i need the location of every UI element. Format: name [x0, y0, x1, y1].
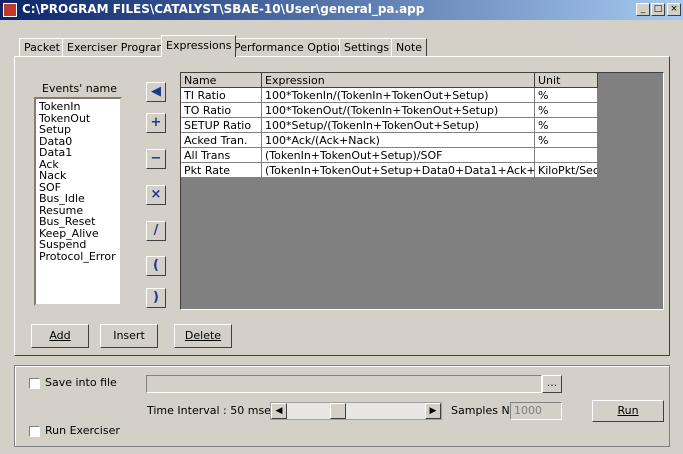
grid-cell-unit[interactable]: % — [534, 102, 598, 118]
multiply-button[interactable]: × — [146, 185, 166, 205]
grid-cell-name[interactable]: All Trans — [181, 147, 262, 163]
tab-exerciser-program[interactable]: Exerciser Program — [62, 38, 173, 56]
grid-header-row: Name Expression Unit — [181, 73, 598, 88]
save-into-file-label: Save into file — [45, 376, 117, 389]
grid-cell-name[interactable]: TI Ratio — [181, 87, 262, 103]
grid-cell-unit[interactable]: % — [534, 117, 598, 133]
samples-label: Samples No — [451, 404, 517, 417]
delete-button-label: Delete — [184, 329, 222, 342]
events-title: Events' name — [42, 82, 117, 95]
grid-cell-unit[interactable] — [534, 147, 598, 163]
event-list-item[interactable]: Setup — [39, 124, 120, 136]
slider-left-arrow-icon[interactable]: ◀ — [271, 403, 287, 419]
file-path-field[interactable] — [146, 375, 542, 393]
grid-cell-expression[interactable]: 100*Setup/(TokenIn+TokenOut+Setup) — [261, 117, 535, 133]
column-header-unit[interactable]: Unit — [534, 73, 598, 88]
grid-cell-name[interactable]: TO Ratio — [181, 102, 262, 118]
tab-performance-options[interactable]: Performance Options — [229, 38, 355, 56]
app-icon — [3, 3, 17, 17]
event-list-item[interactable]: Bus_Idle — [39, 193, 120, 205]
expressions-grid[interactable]: Name Expression Unit TI Ratio 100*TokenIn… — [180, 72, 664, 310]
event-list-item[interactable]: Data1 — [39, 147, 120, 159]
add-button-label: Add — [49, 329, 71, 342]
run-button-label: Run — [617, 404, 639, 417]
open-paren-button[interactable]: ( — [146, 256, 166, 276]
grid-cell-expression[interactable]: 100*Ack/(Ack+Nack) — [261, 132, 535, 148]
tab-packet[interactable]: Packet — [19, 38, 65, 56]
tab-expressions[interactable]: Expressions — [161, 35, 237, 57]
time-interval-label: Time Interval : 50 msec — [147, 404, 277, 417]
insert-button[interactable]: Insert — [100, 324, 158, 348]
close-paren-button[interactable]: ) — [146, 288, 166, 308]
grid-row[interactable]: Pkt Rate (TokenIn+TokenOut+Setup+Data0+Da… — [181, 162, 598, 178]
run-exerciser-checkbox[interactable] — [29, 426, 40, 437]
save-into-file-checkbox[interactable] — [29, 378, 40, 389]
tab-settings[interactable]: Settings — [339, 38, 395, 56]
slider-thumb[interactable] — [329, 403, 346, 419]
divide-button[interactable]: / — [146, 221, 166, 241]
time-interval-slider[interactable]: ◀ ▶ — [270, 402, 442, 420]
grid-row[interactable]: TO Ratio 100*TokenOut/(TokenIn+TokenOut+S… — [181, 102, 598, 118]
grid-cell-expression[interactable]: 100*TokenIn/(TokenIn+TokenOut+Setup) — [261, 87, 535, 103]
grid-cell-name[interactable]: Acked Tran. — [181, 132, 262, 148]
insert-button-label: Insert — [113, 329, 145, 342]
grid-row[interactable]: TI Ratio 100*TokenIn/(TokenIn+TokenOut+Se… — [181, 87, 598, 103]
delete-button[interactable]: Delete — [174, 324, 232, 348]
grid-cell-unit[interactable]: % — [534, 87, 598, 103]
grid-cell-name[interactable]: SETUP Ratio — [181, 117, 262, 133]
run-button[interactable]: Run — [592, 400, 664, 422]
grid-cell-unit[interactable]: KiloPkt/Sec — [534, 162, 598, 178]
add-button[interactable]: Add — [31, 324, 89, 348]
grid-cell-unit[interactable]: % — [534, 132, 598, 148]
samples-input[interactable]: 1000 — [510, 402, 562, 420]
grid-cell-expression[interactable]: (TokenIn+TokenOut+Setup+Data0+Data1+Ack+… — [261, 162, 535, 178]
event-list-item[interactable]: TokenIn — [39, 101, 120, 113]
browse-button[interactable]: ... — [542, 375, 562, 393]
event-list-item[interactable]: Bus_Reset — [39, 216, 120, 228]
grid-row[interactable]: SETUP Ratio 100*Setup/(TokenIn+TokenOut+S… — [181, 117, 598, 133]
minimize-button[interactable]: _ — [636, 3, 650, 16]
events-list[interactable]: TokenIn TokenOut Setup Data0 Data1 Ack Nack SOF… — [34, 97, 122, 306]
run-exerciser-label: Run Exerciser — [45, 424, 120, 437]
grid-cell-expression[interactable]: (TokenIn+TokenOut+Setup)/SOF — [261, 147, 535, 163]
grid-row[interactable]: Acked Tran. 100*Ack/(Ack+Nack)% — [181, 132, 598, 148]
event-list-item[interactable]: Suspend — [39, 239, 120, 251]
maximize-button[interactable]: □ — [651, 3, 665, 16]
move-left-button[interactable]: ◀ — [146, 82, 166, 102]
event-list-item[interactable]: Protocol_Error — [39, 250, 120, 263]
window-title: C:\PROGRAM FILES\CATALYST\SBAE-10\User\g… — [22, 2, 425, 16]
column-header-name[interactable]: Name — [181, 73, 262, 88]
event-list-item[interactable]: Nack — [39, 170, 120, 182]
slider-right-arrow-icon[interactable]: ▶ — [425, 403, 441, 419]
plus-button[interactable]: + — [146, 113, 166, 133]
column-header-expression[interactable]: Expression — [261, 73, 535, 88]
grid-cell-name[interactable]: Pkt Rate — [181, 162, 262, 178]
grid-cell-expression[interactable]: 100*TokenOut/(TokenIn+TokenOut+Setup) — [261, 102, 535, 118]
grid-row[interactable]: All Trans (TokenIn+TokenOut+Setup)/SOF — [181, 147, 598, 163]
minus-button[interactable]: − — [146, 149, 166, 169]
tab-note[interactable]: Note — [391, 38, 428, 56]
close-button[interactable]: × — [667, 3, 681, 16]
